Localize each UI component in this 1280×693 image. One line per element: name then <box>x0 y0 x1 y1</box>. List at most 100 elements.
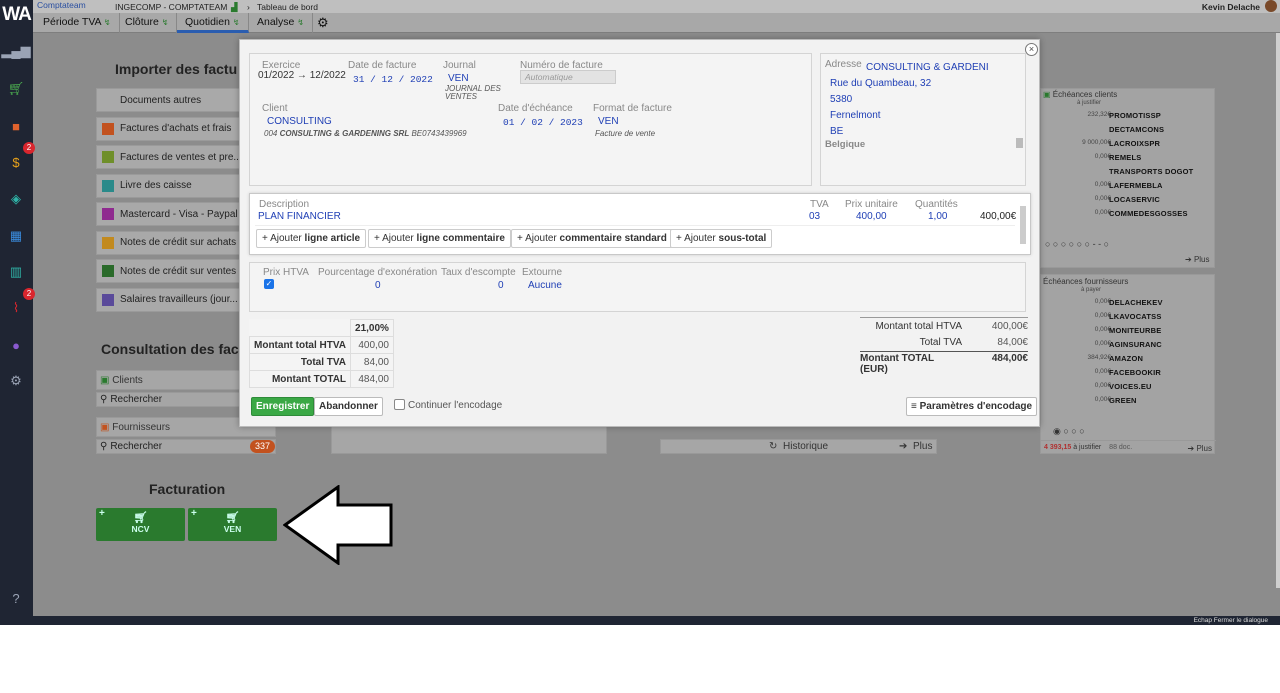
due-row[interactable]: 384,92€ AMAZON <box>1041 351 1216 365</box>
import-item[interactable]: Factures d'achats et frais <box>96 116 246 141</box>
line-description[interactable]: PLAN FINANCIER <box>258 211 341 222</box>
user-name[interactable]: Kevin Delache <box>1202 2 1260 12</box>
cancel-button[interactable]: Abandonner <box>314 397 383 416</box>
due-row[interactable]: 0,00€ VOICES.EU <box>1041 379 1216 393</box>
col-quantites: Quantités <box>915 199 958 210</box>
prix-htva-checkbox[interactable]: ✓ <box>264 279 274 289</box>
exo-input[interactable]: 0 <box>375 280 381 291</box>
due-row[interactable]: 0,00€ FACEBOOKIR <box>1041 365 1216 379</box>
client-select[interactable]: CONSULTING <box>267 116 332 127</box>
clients-header[interactable]: ▣ Clients <box>96 370 246 390</box>
supplier-plus-link[interactable]: ➔ Plus <box>1188 444 1213 453</box>
due-row[interactable]: 0,00€ COMMEDESGOSSES <box>1041 206 1216 220</box>
add-comment-line-button[interactable]: + Ajouter ligne commentaire <box>368 229 511 248</box>
due-row[interactable]: 9 000,00€ LACROIXSPR <box>1041 136 1216 150</box>
avatar[interactable] <box>1265 0 1277 12</box>
date-facture-input[interactable]: 31 / 12 / 2022 <box>353 74 433 85</box>
journal-select[interactable]: VEN <box>448 73 469 84</box>
due-day: 01 <box>503 117 515 128</box>
import-item[interactable]: Notes de crédit sur achats <box>96 230 246 255</box>
options-box: Prix HTVA ✓ Pourcentage d'exonération 0 … <box>249 262 1026 312</box>
escompte-input[interactable]: 0 <box>498 280 504 291</box>
cart-icon[interactable]: 🛒︎ <box>7 80 25 98</box>
plus-link[interactable]: Plus <box>913 441 932 452</box>
continue-checkbox[interactable] <box>394 399 405 410</box>
client-plus-link[interactable]: ➔ Plus <box>1185 255 1210 264</box>
stats-icon[interactable]: ▂▄▆ <box>1 42 30 60</box>
save-button[interactable]: Enregistrer <box>251 397 315 416</box>
tab-quotidien[interactable]: Quotidien ↯ <box>177 13 249 33</box>
add-subtotal-button[interactable]: + Ajouter sous-total <box>670 229 773 248</box>
ven-button[interactable]: + 🛒︎ VEN <box>188 508 277 541</box>
exercice-value[interactable]: 01/2022 → 12/2022 <box>258 70 346 81</box>
due-row[interactable]: 232,32€ PROMOTISSP <box>1041 108 1216 122</box>
chat-icon[interactable]: ● <box>7 336 25 354</box>
echeance-input[interactable]: 01 / 02 / 2023 <box>503 117 583 128</box>
truck-icon[interactable]: ■ <box>7 117 25 135</box>
historique-link[interactable]: Historique <box>783 441 828 452</box>
tab-periode-tva[interactable]: Période TVA ↯ <box>35 13 120 33</box>
import-item[interactable]: Documents autres <box>96 88 246 112</box>
due-row[interactable]: 0,00€ LOCASERVIC <box>1041 192 1216 206</box>
close-icon[interactable]: × <box>1025 43 1038 56</box>
breadcrumb[interactable]: Tableau de bord <box>257 2 318 12</box>
address-line-2[interactable]: Rue du Quambeau, 32 <box>830 78 931 89</box>
due-row[interactable]: 0,00€ GREEN <box>1041 393 1216 407</box>
import-item[interactable]: Salaires travailleurs (jour... <box>96 287 246 312</box>
suppliers-search[interactable]: ⚲ Rechercher 337 <box>96 439 276 454</box>
line-prix[interactable]: 400,00 <box>856 211 887 222</box>
import-item[interactable]: Mastercard - Visa - Paypal <box>96 202 246 226</box>
import-item-label: Notes de crédit sur ventes <box>120 265 237 277</box>
pager-dots[interactable]: ○ ○ ○ ○ ○ ○ - - ○ <box>1045 239 1109 249</box>
layers-icon[interactable]: ◈ <box>7 190 25 208</box>
due-row[interactable]: 0,00€ MONITEURBE <box>1041 323 1216 337</box>
address-line-3[interactable]: 5380 <box>830 94 852 105</box>
library-icon[interactable]: ▥ <box>7 263 25 281</box>
dashboard-icon[interactable]: ▦ <box>7 227 25 245</box>
suppliers-search-label: Rechercher <box>110 441 163 452</box>
import-item[interactable]: Notes de crédit sur ventes <box>96 259 246 283</box>
address-line-5[interactable]: BE <box>830 126 843 137</box>
tab-settings-icon[interactable]: ⚙ <box>309 13 337 33</box>
format-select[interactable]: VEN <box>598 116 619 127</box>
attachment-icon[interactable]: ⌇ <box>7 299 25 317</box>
due-row[interactable]: 0,00€ LKAVOCATSS <box>1041 309 1216 323</box>
cart-icon: 🛒︎ <box>225 512 240 524</box>
add-article-line-button[interactable]: + Ajouter ligne article <box>256 229 367 248</box>
extourne-select[interactable]: Aucune <box>528 280 562 291</box>
due-row[interactable]: TRANSPORTS DOGOT <box>1041 164 1216 178</box>
line-quantite[interactable]: 1,00 <box>928 211 947 222</box>
tabs-bar: Période TVA ↯ Clôture ↯ Quotidien ↯ Anal… <box>33 13 1280 33</box>
app-background: WA ▂▄▆ 🛒︎ ■ $ 2 ◈ ▦ ▥ ⌇ 2 ● ⚙ ? Comptate… <box>0 0 1280 625</box>
supplier-due-panel: Échéances fournisseurs à payer 0,00€ DELA… <box>1040 274 1216 454</box>
encoding-params-button[interactable]: ≡ Paramètres d'encodage <box>906 397 1038 416</box>
import-item[interactable]: Livre des caisse <box>96 173 246 198</box>
page-scrollbar[interactable] <box>1276 33 1280 588</box>
address-line-4[interactable]: Fernelmont <box>830 110 881 121</box>
address-line-1[interactable]: CONSULTING & GARDENI <box>866 62 1016 73</box>
due-row[interactable]: 0,00€ AGINSURANC <box>1041 337 1216 351</box>
numero-input[interactable]: Automatique <box>520 70 616 84</box>
due-row[interactable]: 0,00€ DELACHEKEV <box>1041 295 1216 309</box>
due-name: AGINSURANC <box>1109 340 1162 349</box>
line-tva[interactable]: 03 <box>809 211 820 222</box>
lines-scrollbar[interactable] <box>1020 206 1026 244</box>
clients-search[interactable]: ⚲ Rechercher <box>96 392 246 407</box>
address-scrollbar[interactable] <box>1016 138 1023 148</box>
building-icon: ▟ <box>231 2 238 12</box>
due-row[interactable]: 0,00€ LAFERMEBLA <box>1041 178 1216 192</box>
due-row[interactable]: DECTAMCONS <box>1041 122 1216 136</box>
company-name[interactable]: INGECOMP - COMPTATEAM <box>115 2 227 12</box>
settings-icon[interactable]: ⚙ <box>7 372 25 390</box>
money-icon[interactable]: $ <box>7 153 25 171</box>
suppliers-count-badge: 337 <box>249 440 275 453</box>
tab-label: Clôture <box>125 16 159 28</box>
import-item[interactable]: Factures de ventes et pre... <box>96 145 246 169</box>
tab-analyse[interactable]: Analyse ↯ <box>249 13 313 33</box>
due-row[interactable]: 0,00€ REMELS <box>1041 150 1216 164</box>
pager-dots[interactable]: ◉ ○ ○ ○ <box>1053 426 1085 437</box>
help-icon[interactable]: ? <box>7 589 25 607</box>
ncv-button[interactable]: + 🛒︎ NCV <box>96 508 185 541</box>
tab-cloture[interactable]: Clôture ↯ <box>117 13 178 33</box>
add-standard-comment-button[interactable]: + Ajouter commentaire standard <box>511 229 673 248</box>
